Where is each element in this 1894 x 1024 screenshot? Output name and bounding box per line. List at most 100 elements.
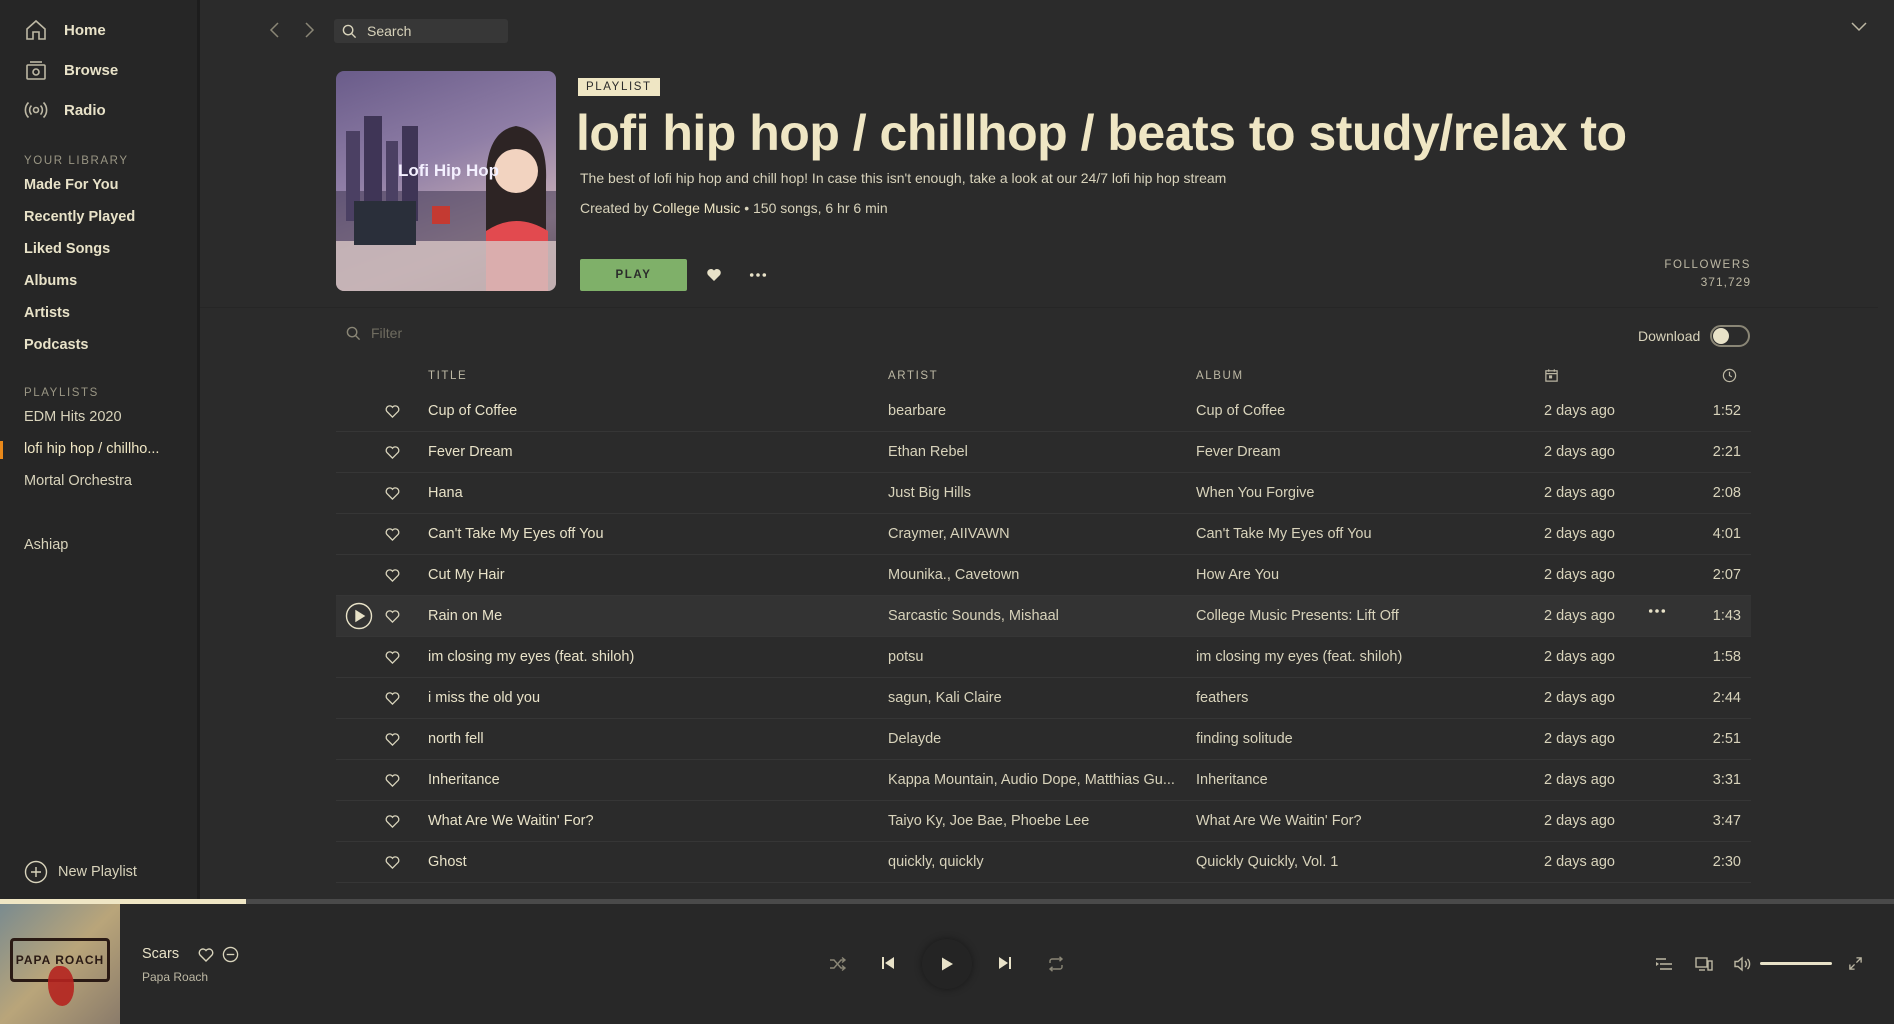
table-row[interactable]: Fever Dream Ethan Rebel Fever Dream 2 days …: [336, 432, 1751, 473]
user-menu-toggle[interactable]: [1849, 16, 1869, 36]
back-button[interactable]: [265, 20, 285, 40]
now-playing-album-art[interactable]: PAPA ROACH: [0, 904, 120, 1024]
track-album[interactable]: Fever Dream: [1196, 444, 1281, 460]
track-album[interactable]: Inheritance: [1196, 772, 1268, 788]
track-album[interactable]: feathers: [1196, 690, 1248, 706]
now-playing-title[interactable]: Scars: [142, 946, 179, 962]
track-title[interactable]: Hana: [428, 485, 463, 501]
creator-link[interactable]: College Music: [652, 200, 740, 216]
volume-slider[interactable]: [1760, 962, 1832, 965]
row-like-button[interactable]: [385, 691, 400, 706]
track-artist[interactable]: Kappa Mountain, Audio Dope, Matthias Gu.…: [888, 772, 1175, 788]
next-track-button[interactable]: [997, 955, 1013, 971]
column-header-title[interactable]: TITLE: [428, 370, 467, 382]
track-album[interactable]: What Are We Waitin' For?: [1196, 813, 1362, 829]
forward-button[interactable]: [299, 20, 319, 40]
library-artists[interactable]: Artists: [24, 305, 70, 321]
track-artist[interactable]: Sarcastic Sounds, Mishaal: [888, 608, 1059, 624]
filter-input[interactable]: [371, 325, 571, 341]
track-title[interactable]: Cup of Coffee: [428, 403, 517, 419]
library-made-for-you[interactable]: Made For You: [24, 177, 119, 193]
track-title[interactable]: Ghost: [428, 854, 467, 870]
table-row[interactable]: Ghost quickly, quickly Quickly Quickly, Vo…: [336, 842, 1751, 883]
row-more-button[interactable]: [1648, 608, 1668, 624]
track-artist[interactable]: Taiyo Ky, Joe Bae, Phoebe Lee: [888, 813, 1089, 829]
like-track-button[interactable]: [198, 947, 214, 963]
track-album[interactable]: Quickly Quickly, Vol. 1: [1196, 854, 1338, 870]
track-album[interactable]: Can't Take My Eyes off You: [1196, 526, 1372, 542]
playlist-edm-hits-2020[interactable]: EDM Hits 2020: [24, 409, 122, 425]
like-playlist-button[interactable]: [701, 262, 727, 288]
column-header-album[interactable]: ALBUM: [1196, 370, 1244, 382]
table-row[interactable]: Hana Just Big Hills When You Forgive 2 days…: [336, 473, 1751, 514]
table-row[interactable]: What Are We Waitin' For? Taiyo Ky, Joe Ba…: [336, 801, 1751, 842]
track-title[interactable]: Cut My Hair: [428, 567, 505, 583]
column-header-artist[interactable]: ARTIST: [888, 370, 938, 382]
row-like-button[interactable]: [385, 568, 400, 583]
table-row[interactable]: im closing my eyes (feat. shiloh) potsu im…: [336, 637, 1751, 678]
library-liked-songs[interactable]: Liked Songs: [24, 241, 110, 257]
track-album[interactable]: finding solitude: [1196, 731, 1293, 747]
track-title[interactable]: Inheritance: [428, 772, 500, 788]
table-row[interactable]: i miss the old you sagun, Kali Claire feat…: [336, 678, 1751, 719]
playlist-lofi-hip-hop[interactable]: lofi hip hop / chillho...: [24, 441, 159, 457]
library-albums[interactable]: Albums: [24, 273, 77, 289]
more-options-button[interactable]: [745, 262, 771, 288]
play-button[interactable]: PLAY: [580, 259, 687, 291]
row-like-button[interactable]: [385, 650, 400, 665]
track-title[interactable]: Fever Dream: [428, 444, 513, 460]
search-input[interactable]: [367, 23, 487, 39]
row-like-button[interactable]: [385, 527, 400, 542]
table-row[interactable]: Rain on Me Sarcastic Sounds, Mishaal Colle…: [336, 596, 1751, 637]
row-like-button[interactable]: [385, 814, 400, 829]
ban-track-button[interactable]: [222, 946, 239, 963]
column-header-date-added[interactable]: [1544, 368, 1559, 383]
vertical-scrollbar[interactable]: [1878, 0, 1894, 900]
filter-bar[interactable]: [346, 325, 571, 341]
table-row[interactable]: Cup of Coffee bearbare Cup of Coffee 2 days…: [336, 391, 1751, 432]
track-artist[interactable]: sagun, Kali Claire: [888, 690, 1002, 706]
repeat-button[interactable]: [1047, 956, 1065, 972]
track-title[interactable]: north fell: [428, 731, 484, 747]
now-playing-artist[interactable]: Papa Roach: [142, 970, 208, 984]
track-title[interactable]: im closing my eyes (feat. shiloh): [428, 649, 634, 665]
track-artist[interactable]: Craymer, AIIVAWN: [888, 526, 1010, 542]
track-artist[interactable]: quickly, quickly: [888, 854, 984, 870]
nav-home[interactable]: Home: [24, 15, 106, 45]
new-playlist-button[interactable]: New Playlist: [24, 860, 137, 884]
library-podcasts[interactable]: Podcasts: [24, 337, 88, 353]
row-like-button[interactable]: [385, 773, 400, 788]
nav-radio[interactable]: Radio: [24, 95, 106, 125]
fullscreen-button[interactable]: [1848, 956, 1863, 971]
previous-track-button[interactable]: [880, 955, 896, 971]
search-box[interactable]: [334, 19, 508, 43]
table-row[interactable]: Can't Take My Eyes off You Craymer, AIIVA…: [336, 514, 1751, 555]
track-artist[interactable]: Ethan Rebel: [888, 444, 968, 460]
playlist-mortal-orchestra[interactable]: Mortal Orchestra: [24, 473, 132, 489]
row-like-button[interactable]: [385, 486, 400, 501]
track-album[interactable]: How Are You: [1196, 567, 1279, 583]
track-artist[interactable]: Just Big Hills: [888, 485, 971, 501]
track-artist[interactable]: bearbare: [888, 403, 946, 419]
table-row[interactable]: Cut My Hair Mounika., Cavetown How Are You…: [336, 555, 1751, 596]
row-like-button[interactable]: [385, 855, 400, 870]
track-artist[interactable]: Delayde: [888, 731, 941, 747]
nav-browse[interactable]: Browse: [24, 55, 118, 85]
column-header-duration[interactable]: [1722, 368, 1737, 383]
track-album[interactable]: When You Forgive: [1196, 485, 1315, 501]
queue-button[interactable]: [1655, 956, 1673, 972]
track-album[interactable]: Cup of Coffee: [1196, 403, 1285, 419]
table-row[interactable]: north fell Delayde finding solitude 2 days …: [336, 719, 1751, 760]
shuffle-button[interactable]: [829, 956, 847, 972]
track-album[interactable]: College Music Presents: Lift Off: [1196, 608, 1399, 624]
track-title[interactable]: i miss the old you: [428, 690, 540, 706]
track-title[interactable]: Can't Take My Eyes off You: [428, 526, 604, 542]
track-title[interactable]: What Are We Waitin' For?: [428, 813, 594, 829]
track-title[interactable]: Rain on Me: [428, 608, 502, 624]
row-like-button[interactable]: [385, 732, 400, 747]
row-like-button[interactable]: [385, 404, 400, 419]
devices-button[interactable]: [1695, 956, 1713, 972]
row-play-button[interactable]: [345, 602, 373, 630]
track-artist[interactable]: Mounika., Cavetown: [888, 567, 1019, 583]
row-like-button[interactable]: [385, 609, 400, 624]
